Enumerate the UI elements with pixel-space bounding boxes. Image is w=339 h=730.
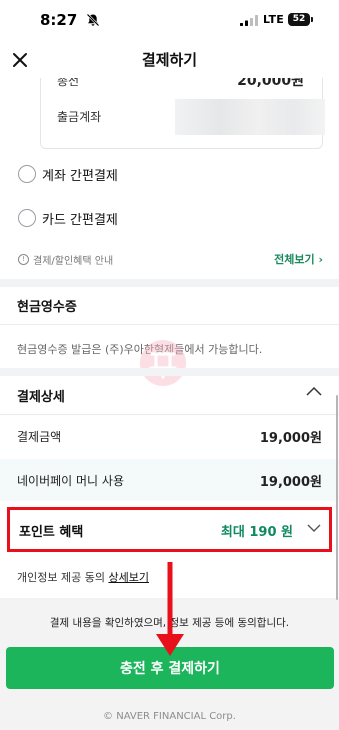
withdraw-account-label: 출금계좌 <box>57 110 102 124</box>
bell-muted-icon <box>86 13 100 27</box>
detail-label: 결제금액 <box>17 430 62 444</box>
status-time: 8:27 <box>40 11 78 29</box>
status-bar: 8:27 LTE 52 <box>0 0 339 42</box>
signal-icon <box>240 15 258 26</box>
chevron-up-icon[interactable] <box>306 386 322 396</box>
detail-label: 네이버페이 머니 사용 <box>17 474 124 488</box>
radio-label: 계좌 간편결제 <box>42 168 118 184</box>
section-divider <box>0 368 339 376</box>
cash-receipt-title: 현금영수증 <box>17 300 77 315</box>
battery-tip <box>311 17 313 22</box>
detail-value: 19,000원 <box>259 475 322 490</box>
point-benefit-row[interactable]: 포인트 혜택 최대 190 원 <box>7 507 332 552</box>
detail-row-naverpay-money: 네이버페이 머니 사용 19,000원 <box>0 459 339 501</box>
account-blurred-value[interactable] <box>175 99 325 135</box>
network-type: LTE <box>263 13 285 26</box>
app-header: 결제하기 <box>0 42 339 78</box>
radio-button[interactable] <box>18 165 36 183</box>
copyright-footer: © NAVER FINANCIAL Corp. <box>103 711 236 722</box>
scrollbar[interactable] <box>336 395 338 600</box>
radio-account-easy-pay[interactable]: 계좌 간편결제 <box>18 162 118 186</box>
point-benefit-value: 최대 190 원 <box>220 525 293 540</box>
privacy-consent-text: 개인정보 제공 동의 <box>17 571 109 584</box>
section-divider <box>0 279 339 287</box>
payment-method-card: 총전 20,000원 ▾ 출금계좌 <box>40 66 325 149</box>
detail-row-amount: 결제금액 19,000원 <box>0 415 339 457</box>
benefit-info-row: ! 결제/할인혜택 안내 전체보기 › <box>18 250 323 268</box>
radio-label: 카드 간편결제 <box>42 212 118 228</box>
watermark-logo <box>140 340 186 386</box>
radio-card-easy-pay[interactable]: 카드 간편결제 <box>18 206 118 230</box>
chevron-down-icon[interactable] <box>307 524 321 533</box>
divider <box>0 324 339 325</box>
benefit-info-text: 결제/할인혜택 안내 <box>33 255 114 267</box>
view-all-link[interactable]: 전체보기 › <box>274 251 323 267</box>
payment-detail-title: 결제상세 <box>17 390 65 405</box>
radio-button[interactable] <box>18 209 36 227</box>
annotation-arrow-icon <box>156 562 184 656</box>
info-icon: ! <box>18 253 29 265</box>
battery-icon: 52 <box>288 13 310 26</box>
detail-value: 19,000원 <box>259 431 322 446</box>
point-benefit-label: 포인트 혜택 <box>19 525 84 540</box>
page-title: 결제하기 <box>141 51 198 69</box>
privacy-consent-row: 개인정보 제공 동의 상세보기 <box>17 569 149 585</box>
privacy-detail-link[interactable]: 상세보기 <box>108 571 148 584</box>
